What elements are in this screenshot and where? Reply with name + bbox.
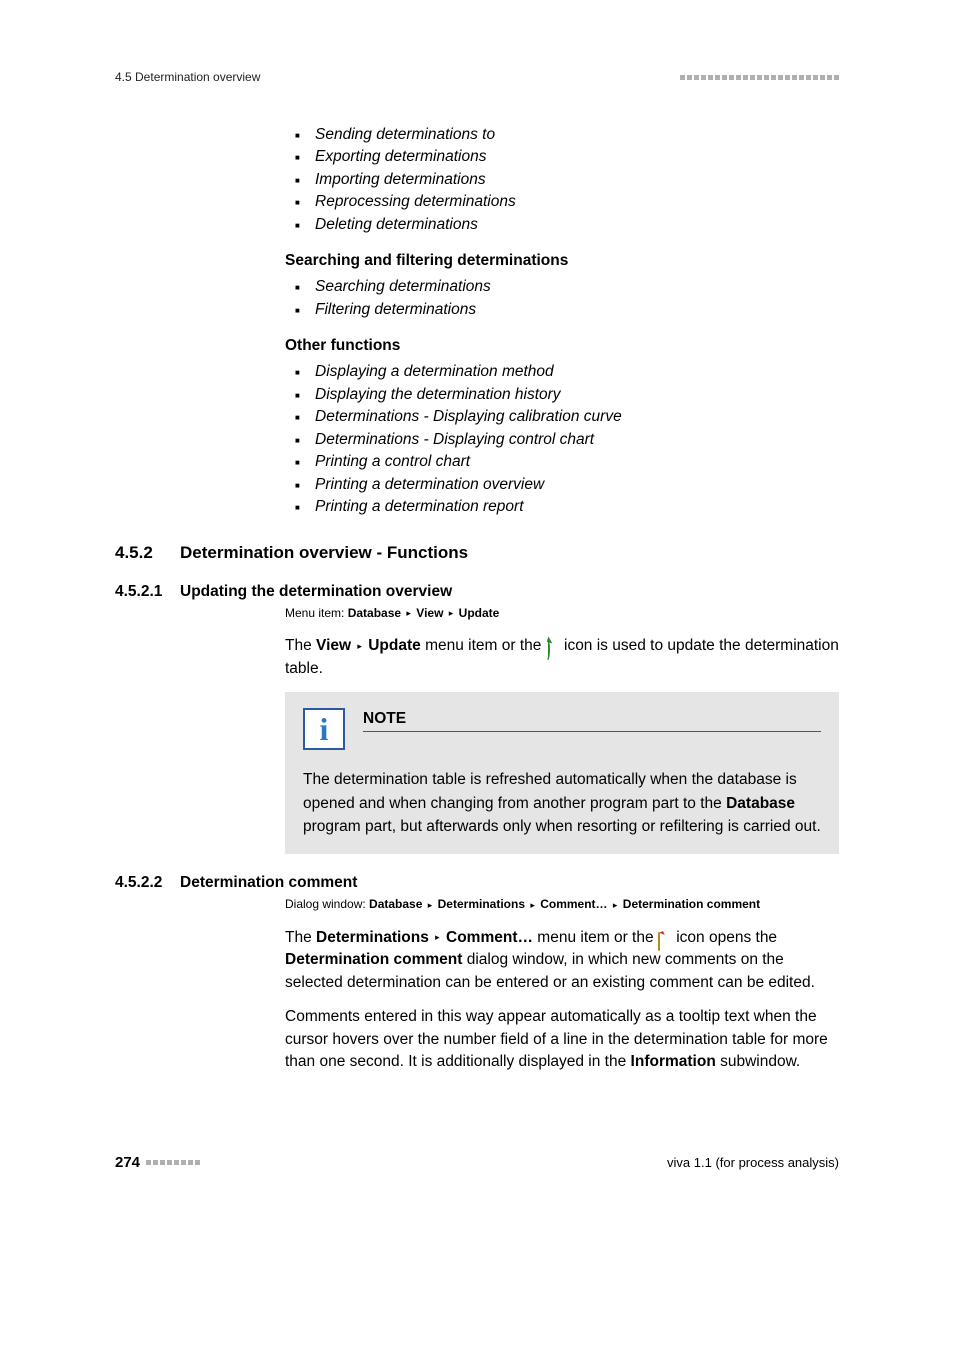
header-decoration [680,75,839,80]
note-title: NOTE [363,710,821,732]
list-item: Sending determinations to [285,124,839,146]
text-bold: View [316,637,351,654]
footer-product: viva 1.1 (for process analysis) [667,1155,839,1170]
list-item: Importing determinations [285,169,839,191]
text: The determination table is refreshed aut… [303,771,797,811]
page-header: 4.5 Determination overview [115,70,839,84]
note-body: The determination table is refreshed aut… [303,768,821,838]
top-list-block: Sending determinations to Exporting dete… [285,124,839,519]
dlg-seg: Database [369,897,422,911]
text-bold: Update [368,637,421,654]
list-item: Searching determinations [285,276,839,298]
section-4-5-2: 4.5.2 Determination overview - Functions [115,543,839,563]
subsection-title: Determination comment [180,874,357,892]
text: menu item or the [533,929,658,946]
note-box: i NOTE The determination table is refres… [285,692,839,854]
text-bold: Database [726,795,795,812]
other-functions-list: Displaying a determination method Displa… [285,361,839,518]
footer-decoration [146,1160,200,1165]
list-item: Filtering determinations [285,299,839,321]
text-bold: Determinations [316,929,429,946]
dialog-path-4522: Dialog window: Database ▸ Determinations… [285,896,839,913]
text: The [285,637,316,654]
subsection-number: 4.5.2.2 [115,874,180,892]
list-item: Exporting determinations [285,146,839,168]
info-icon: i [303,708,345,750]
text-bold: Comment… [446,929,533,946]
comment-icon [658,931,672,945]
list-item: Printing a determination overview [285,474,839,496]
operations-list: Sending determinations to Exporting dete… [285,124,839,236]
text: subwindow. [716,1053,800,1070]
text-bold: Determination comment [285,951,462,968]
search-filter-heading: Searching and filtering determinations [285,252,839,270]
text: menu item or the [421,637,546,654]
para-4521: The View ▸ Update menu item or the icon … [285,635,839,680]
menu-path-4521: Menu item: Database ▸ View ▸ Update [285,605,839,622]
text-bold: Information [631,1053,716,1070]
search-filter-list: Searching determinations Filtering deter… [285,276,839,321]
other-functions-heading: Other functions [285,337,839,355]
list-item: Reprocessing determinations [285,191,839,213]
note-header: i NOTE [303,708,821,750]
menu-seg: Database [348,606,401,620]
menu-seg: Update [459,606,500,620]
text: program part, but afterwards only when r… [303,818,821,835]
text: The [285,929,316,946]
refresh-icon [546,639,560,653]
list-item: Deleting determinations [285,214,839,236]
subsection-number: 4.5.2.1 [115,583,180,601]
list-item: Determinations - Displaying calibration … [285,406,839,428]
para-4522-2: Comments entered in this way appear auto… [285,1006,839,1073]
page: 4.5 Determination overview Sending deter… [0,0,954,1231]
dlg-seg: Determinations [438,897,525,911]
text: icon opens the [672,929,777,946]
section-4-5-2-2: 4.5.2.2 Determination comment [115,874,839,892]
dlg-prefix: Dialog window: [285,897,369,911]
page-number: 274 [115,1154,140,1171]
page-footer: 274 viva 1.1 (for process analysis) [115,1154,839,1171]
para-4522-1: The Determinations ▸ Comment… menu item … [285,927,839,994]
list-item: Displaying the determination history [285,384,839,406]
dlg-seg: Determination comment [623,897,760,911]
header-section-label: 4.5 Determination overview [115,70,260,84]
list-item: Printing a determination report [285,496,839,518]
list-item: Printing a control chart [285,451,839,473]
menu-prefix: Menu item: [285,606,348,620]
dlg-seg: Comment… [540,897,607,911]
subsection-title: Updating the determination overview [180,583,452,601]
section-4-5-2-1: 4.5.2.1 Updating the determination overv… [115,583,839,601]
menu-seg: View [416,606,443,620]
section-number: 4.5.2 [115,543,180,563]
section-title: Determination overview - Functions [180,543,468,563]
list-item: Displaying a determination method [285,361,839,383]
list-item: Determinations - Displaying control char… [285,429,839,451]
